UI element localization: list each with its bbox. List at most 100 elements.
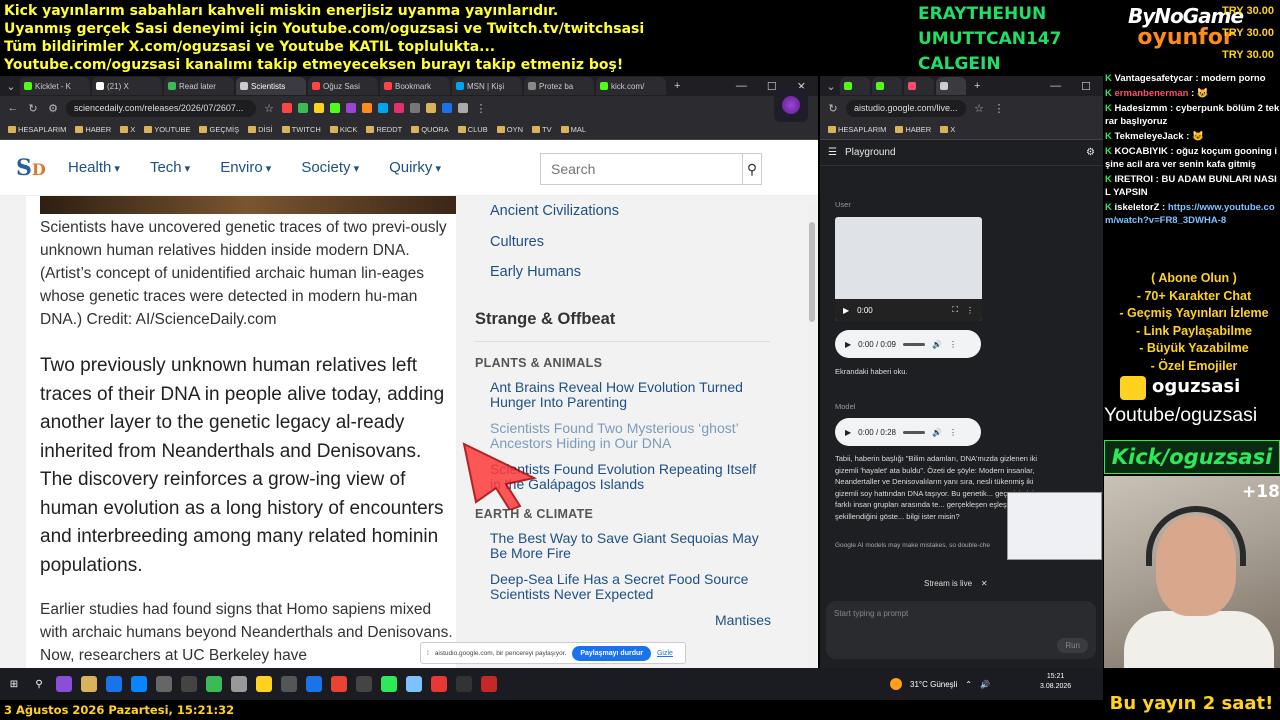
search-input[interactable] (541, 154, 742, 184)
weather-text[interactable]: 31°C Güneşli (910, 680, 957, 689)
browser-tab[interactable]: Read later (164, 77, 234, 95)
bookmark-item[interactable]: TWITCH (281, 125, 321, 134)
menu-icon[interactable]: ⋮ (992, 102, 1006, 115)
nav-health[interactable]: Health (68, 159, 120, 176)
address-bar[interactable]: aistudio.google.com/live... (846, 99, 966, 117)
minimize-icon[interactable]: — (730, 80, 753, 93)
sidebar-extension-icon[interactable] (774, 88, 808, 122)
browser-tab[interactable]: kick.com/ (596, 77, 666, 95)
audio-progress[interactable] (902, 430, 925, 434)
nav-society[interactable]: Society (301, 159, 359, 176)
bookmark-item[interactable]: X (120, 125, 135, 134)
page-scrollbar[interactable] (808, 204, 816, 668)
pen-app-icon[interactable] (56, 676, 72, 692)
app-icon[interactable] (381, 676, 397, 692)
browser-tab[interactable]: Kicklet - K (20, 77, 90, 95)
extension-icon[interactable] (282, 103, 292, 113)
bookmark-item[interactable]: DİSİ (248, 125, 273, 134)
app-icon[interactable] (206, 676, 222, 692)
article-link[interactable]: Mantises (715, 612, 771, 629)
chevron-down-icon[interactable]: ⌄ (4, 80, 18, 93)
maximize-icon[interactable]: ☐ (1075, 80, 1097, 93)
app-icon[interactable] (231, 676, 247, 692)
settings-icon[interactable] (181, 676, 197, 692)
app-icon[interactable] (281, 676, 297, 692)
minimize-icon[interactable]: — (1044, 80, 1067, 93)
play-icon[interactable]: ▶ (845, 340, 851, 349)
prompt-box[interactable]: Start typing a prompt Run (826, 601, 1096, 659)
bookmark-item[interactable]: HABER (895, 125, 931, 134)
bookmark-item[interactable]: HABER (75, 125, 111, 134)
extension-icon[interactable] (346, 103, 356, 113)
extension-icon[interactable] (378, 103, 388, 113)
volume-icon[interactable]: 🔊 (980, 680, 990, 689)
topic-link[interactable]: Ancient Civilizations (490, 196, 770, 227)
search-icon[interactable]: ⚲ (31, 676, 47, 692)
fullscreen-icon[interactable]: ⛶ (952, 305, 958, 315)
new-tab-icon[interactable]: + (668, 80, 686, 92)
extension-icon[interactable] (298, 103, 308, 113)
vivaldi-icon[interactable] (431, 676, 447, 692)
browser-tab-active[interactable]: Scientists (236, 77, 306, 95)
hamburger-icon[interactable]: ☰ (828, 147, 837, 158)
browser-tab[interactable]: Protez ba (524, 77, 594, 95)
play-icon[interactable]: ▶ (843, 306, 849, 315)
tray-chevron-icon[interactable]: ⌃ (965, 680, 972, 689)
start-icon[interactable]: ⊞ (6, 676, 22, 692)
camera-icon[interactable] (156, 676, 172, 692)
topic-link[interactable]: Cultures (490, 227, 770, 258)
article-link[interactable]: The Best Way to Save Giant Sequoias May … (490, 530, 770, 562)
bookmark-star-icon[interactable]: ☆ (262, 102, 276, 115)
bookmark-item[interactable]: HESAPLARIM (8, 125, 66, 134)
file-explorer-icon[interactable] (81, 676, 97, 692)
hide-button[interactable]: Gizle (657, 650, 673, 657)
chrome-icon[interactable] (331, 676, 347, 692)
app-icon[interactable] (306, 676, 322, 692)
app-icon[interactable] (481, 676, 497, 692)
menu-icon[interactable]: ⋮ (474, 102, 488, 115)
app-icon[interactable] (356, 676, 372, 692)
extension-icon[interactable] (314, 103, 324, 113)
bookmark-star-icon[interactable]: ☆ (972, 102, 986, 115)
browser-tab[interactable] (872, 77, 902, 95)
extension-icon[interactable] (442, 103, 452, 113)
browser-tab[interactable] (840, 77, 870, 95)
site-info-icon[interactable]: ⚙ (46, 102, 60, 115)
edge-icon[interactable] (106, 676, 122, 692)
article-link[interactable]: Deep-Sea Life Has a Secret Food Source S… (490, 571, 770, 603)
settings-tune-icon[interactable]: ⚙ (1086, 147, 1095, 158)
bookmark-item[interactable]: MAL (560, 125, 586, 134)
new-tab-icon[interactable]: + (968, 80, 986, 92)
browser-icon[interactable] (131, 676, 147, 692)
bookmark-item[interactable]: GEÇMİŞ (199, 125, 239, 134)
app-icon[interactable] (406, 676, 422, 692)
browser-tab[interactable]: Bookmark (380, 77, 450, 95)
extension-icon[interactable] (458, 103, 468, 113)
prompt-input[interactable]: Start typing a prompt (834, 609, 908, 618)
browser-tab[interactable] (904, 77, 934, 95)
nav-quirky[interactable]: Quirky (389, 159, 441, 176)
bookmark-item[interactable]: X (940, 125, 955, 134)
weather-icon[interactable] (890, 678, 902, 690)
picture-in-picture-preview[interactable] (1007, 492, 1102, 560)
bookmark-item[interactable]: HESAPLARIM (828, 125, 886, 134)
bookmark-item[interactable]: KICK (329, 125, 357, 134)
scroll-thumb[interactable] (809, 222, 815, 322)
back-icon[interactable]: ← (6, 102, 20, 114)
extension-icon[interactable] (426, 103, 436, 113)
user-video[interactable]: ▶ 0:00 ⛶ ⋮ (835, 217, 982, 321)
bookmark-item[interactable]: QUORA (411, 125, 449, 134)
extension-icon[interactable] (362, 103, 372, 113)
bookmark-item[interactable]: YOUTUBE (144, 125, 190, 134)
more-icon[interactable]: ⋮ (966, 306, 974, 315)
stop-sharing-button[interactable]: Paylaşmayı durdur (572, 645, 651, 661)
browser-tab[interactable]: MSN | Kişi (452, 77, 522, 95)
extension-icon[interactable] (394, 103, 404, 113)
run-button[interactable]: Run (1057, 638, 1088, 653)
reload-icon[interactable]: ↻ (826, 102, 840, 115)
share-grip-icon[interactable]: ⁞ (427, 650, 429, 657)
volume-icon[interactable]: 🔊 (932, 428, 942, 437)
browser-tab[interactable]: Oğuz Sasi (308, 77, 378, 95)
more-icon[interactable]: ⋮ (949, 428, 957, 437)
play-icon[interactable]: ▶ (845, 428, 851, 437)
